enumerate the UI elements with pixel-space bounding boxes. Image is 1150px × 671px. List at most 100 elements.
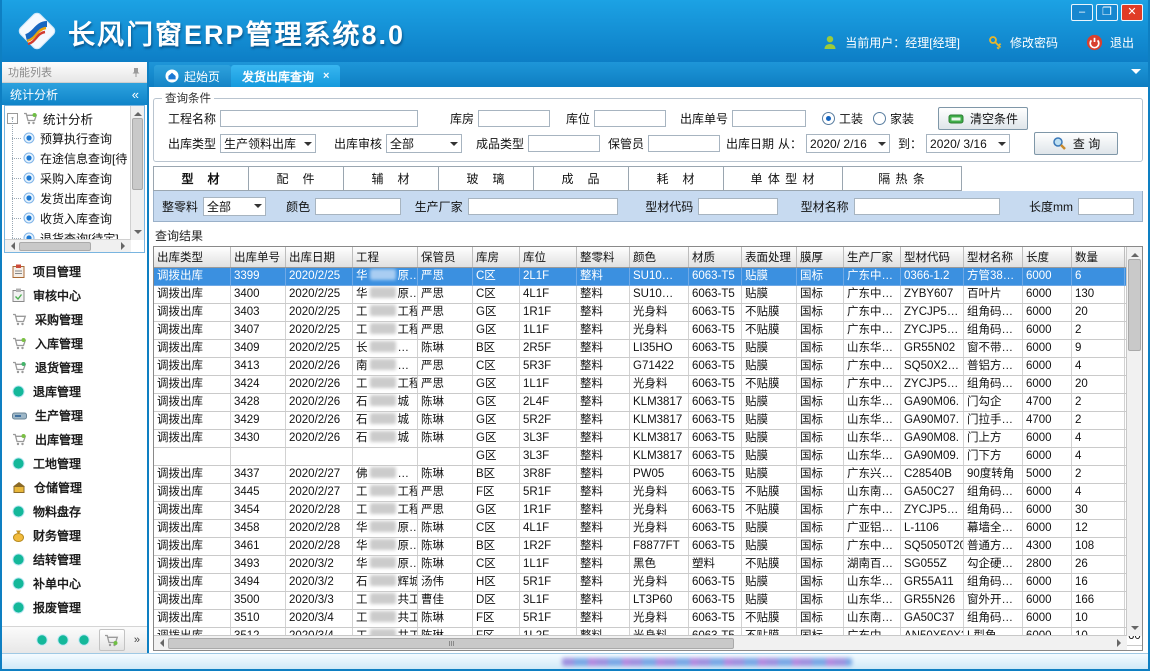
sidebar-item-物料盘存[interactable]: 物料盘存 [2,499,147,523]
table-row[interactable]: 调拨出库34242020/2/26工工程严思G区1L1F整料光身料6063-T5… [154,376,1143,394]
minimize-button[interactable]: – [1071,4,1093,21]
material-tab-3[interactable]: 辅 材 [344,166,439,191]
radio-jiazhuang[interactable]: 家装 [873,110,914,127]
column-header-库位[interactable]: 库位 [520,247,577,268]
color-input[interactable] [315,198,401,215]
out-type-select[interactable]: 生产领料出库 [220,134,316,153]
table-row[interactable]: 调拨出库34542020/2/28工工程严思G区1R1F整料光身料6063-T5… [154,502,1143,520]
group-header[interactable]: 统计分析 « [2,83,147,105]
column-header-颜色[interactable]: 颜色 [630,247,689,268]
sidebar-item-采购管理[interactable]: 采购管理 [2,307,147,331]
order-no-input[interactable] [732,110,806,127]
tree-item[interactable]: 预算执行查询 [7,128,131,148]
column-header-型材名称[interactable]: 型材名称 [964,247,1023,268]
column-header-材质[interactable]: 材质 [689,247,742,268]
radio-gongzhuang[interactable]: 工装 [822,110,863,127]
tree-item[interactable]: 收货入库查询 [7,208,131,228]
column-header-长度[interactable]: 长度 [1023,247,1072,268]
cart-button[interactable] [99,629,125,651]
column-header-生产厂家[interactable]: 生产厂家 [844,247,901,268]
table-row[interactable]: 调拨出库34292020/2/26石城陈琳G区5R2F整料KLM38176063… [154,412,1143,430]
table-row[interactable]: 调拨出库34032020/2/25工工程严思G区1R1F整料光身料6063-T5… [154,304,1143,322]
scroll-up-icon[interactable] [134,108,142,116]
column-header-型材代码[interactable]: 型材代码 [901,247,964,268]
sidebar-item-结转管理[interactable]: 结转管理 [2,547,147,571]
close-button[interactable]: ✕ [1121,4,1143,21]
profile-code-input[interactable] [698,198,778,215]
table-row[interactable]: 调拨出库34612020/2/28华原…陈琳B区1R2F整料F8877FT606… [154,538,1143,556]
table-row[interactable]: 调拨出库35002020/3/3工共工程曹佳D区3L1F整料LT3P606063… [154,592,1143,610]
scrollbar-thumb[interactable] [132,118,143,190]
scroll-down-icon[interactable] [1131,626,1139,634]
tree-item[interactable]: 发货出库查询 [7,188,131,208]
column-header-整零料[interactable]: 整零料 [577,247,630,268]
column-header-出库类型[interactable]: 出库类型 [154,247,231,268]
circle-icon[interactable] [78,634,90,646]
sidebar-item-仓储管理[interactable]: 仓储管理 [2,475,147,499]
circle-icon[interactable] [57,634,69,646]
table-vertical-scrollbar[interactable] [1126,247,1142,636]
sidebar-item-退库管理[interactable]: 退库管理 [2,379,147,403]
maximize-button[interactable]: ❐ [1096,4,1118,21]
sidebar-item-生产管理[interactable]: 生产管理 [2,403,147,427]
table-row[interactable]: 调拨出库34372020/2/27佛…陈琳B区3R8F整料PW056063-T5… [154,466,1143,484]
column-header-库房[interactable]: 库房 [473,247,520,268]
sidebar-item-审核中心[interactable]: 审核中心 [2,283,147,307]
scroll-left-icon[interactable] [156,639,164,647]
table-horizontal-scrollbar[interactable] [154,635,1127,650]
table-row[interactable]: 调拨出库34072020/2/25工工程严思G区1L1F整料光身料6063-T5… [154,322,1143,340]
table-row[interactable]: 调拨出库34092020/2/25长…陈琳B区2R5F整料LI35HO6063-… [154,340,1143,358]
tree-vertical-scrollbar[interactable] [130,106,144,240]
sidebar-item-工地管理[interactable]: 工地管理 [2,451,147,475]
column-header-数量[interactable]: 数量 [1072,247,1125,268]
collapse-icon[interactable]: « [132,87,139,102]
length-input[interactable] [1078,198,1134,215]
scroll-up-icon[interactable] [1131,249,1139,257]
table-row[interactable]: 调拨出库33992020/2/25华原…严思C区2L1F整料SU10…6063-… [154,268,1143,286]
tree-root-item[interactable]: -统计分析 [7,108,131,128]
table-row[interactable]: G区3L3F整料KLM38176063-T5贴膜国标山东华…GA90M09.门下… [154,448,1143,466]
search-button[interactable]: 查 询 [1034,132,1118,155]
product-type-input[interactable] [528,135,600,152]
scrollbar-thumb[interactable] [168,638,734,649]
change-password-link[interactable]: 修改密码 [1010,34,1058,51]
whole-piece-select[interactable]: 全部 [203,197,266,216]
tree-item[interactable]: 采购入库查询 [7,168,131,188]
column-header-保管员[interactable]: 保管员 [418,247,473,268]
tab-close-icon[interactable]: × [323,70,329,82]
sidebar-item-项目管理[interactable]: 项目管理 [2,259,147,283]
profile-name-input[interactable] [854,198,1000,215]
tab-home[interactable]: 起始页 [154,65,231,87]
date-from-select[interactable]: 2020/ 2/16 [806,134,890,153]
more-chevron[interactable]: » [134,634,140,646]
table-row[interactable]: 调拨出库34582020/2/28华原…陈琳C区4L1F整料光身料6063-T5… [154,520,1143,538]
clear-conditions-button[interactable]: 清空条件 [938,107,1028,130]
sidebar-item-退货管理[interactable]: 退货管理 [2,355,147,379]
material-tab-1[interactable]: 型 材 [153,166,249,191]
sidebar-item-补单中心[interactable]: 补单中心 [2,571,147,595]
table-row[interactable]: 调拨出库34302020/2/26石城陈琳G区3L3F整料KLM38176063… [154,430,1143,448]
column-header-出库日期[interactable]: 出库日期 [286,247,353,268]
date-to-select[interactable]: 2020/ 3/16 [926,134,1010,153]
sidebar-item-报废管理[interactable]: 报废管理 [2,595,147,619]
location-input[interactable] [594,110,666,127]
column-header-工程[interactable]: 工程 [353,247,418,268]
audit-select[interactable]: 全部 [386,134,462,153]
project-name-input[interactable] [220,110,418,127]
material-tab-6[interactable]: 耗 材 [629,166,724,191]
column-header-膜厚[interactable]: 膜厚 [797,247,844,268]
material-tab-4[interactable]: 玻 璃 [439,166,534,191]
tab-shipment-outbound-query[interactable]: 发货出库查询 × [231,65,340,87]
scrollbar-thumb[interactable] [1128,259,1141,351]
table-row[interactable]: 调拨出库34452020/2/27工工程严思F区5R1F整料光身料6063-T5… [154,484,1143,502]
material-tab-7[interactable]: 单 体 型 材 [724,166,843,191]
pin-icon[interactable] [131,67,141,78]
logout-link[interactable]: 退出 [1110,34,1134,51]
table-row[interactable]: 调拨出库34282020/2/26石城陈琳G区2L4F整料KLM38176063… [154,394,1143,412]
tree-horizontal-scrollbar[interactable] [5,239,131,252]
table-row[interactable]: 调拨出库34932020/3/2华原…陈琳C区1L1F整料黑色塑料不贴膜国标湖南… [154,556,1143,574]
column-header-出库单号[interactable]: 出库单号 [231,247,286,268]
scroll-right-icon[interactable] [121,242,129,250]
warehouse-input[interactable] [478,110,550,127]
scroll-down-icon[interactable] [134,230,142,238]
